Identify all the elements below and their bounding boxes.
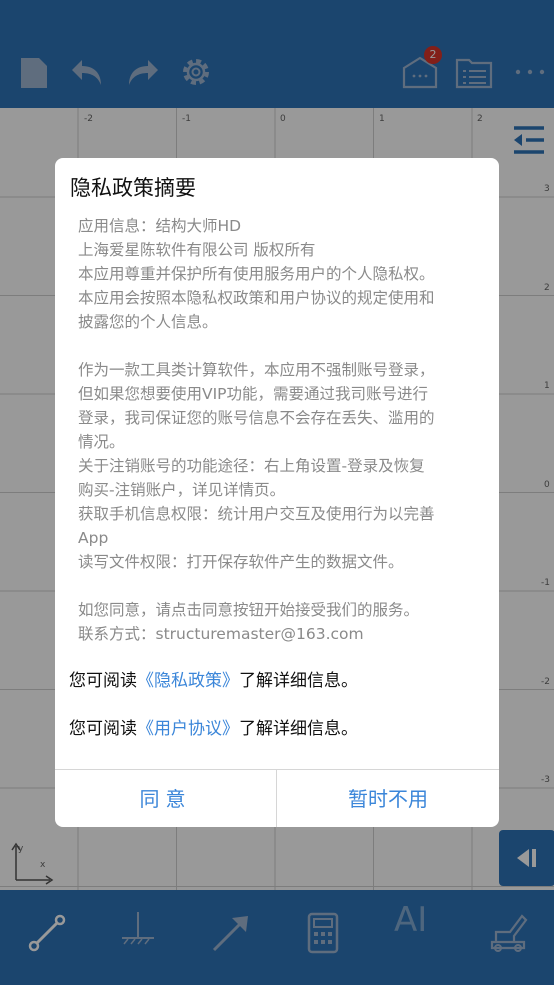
dialog-body-line: 但如果您想要使用VIP功能，需要通过我司账号进行 — [78, 385, 429, 403]
dialog-body-line: 应用信息：结构大师HD — [78, 217, 242, 235]
dialog-body-line: 购买-注销账户，详见详情页。 — [78, 481, 286, 499]
privacy-policy-line: 您可阅读《隐私政策》了解详细信息。 — [69, 666, 358, 691]
dialog-body-spacer — [78, 334, 490, 358]
dialog-body-line: 关于注销账号的功能途径：右上角设置-登录及恢复 — [78, 457, 425, 475]
dialog-body: 应用信息：结构大师HD 上海爱星陈软件有限公司 版权所有本应用尊重并保护所有使用服… — [78, 214, 490, 646]
dialog-body-line: 获取手机信息权限：统计用户交互及使用行为以完善 — [78, 505, 435, 523]
dialog-body-line: 本应用会按照本隐私权政策和用户协议的规定使用和 — [78, 289, 435, 307]
agree-button[interactable]: 同意 — [55, 770, 277, 827]
dialog-body-line: 读写文件权限：打开保存软件产生的数据文件。 — [78, 553, 404, 571]
privacy-dialog: 隐私政策摘要 应用信息：结构大师HD 上海爱星陈软件有限公司 版权所有本应用尊重并… — [55, 158, 499, 827]
privacy-policy-link[interactable]: 《隐私政策》 — [137, 671, 239, 691]
not-now-button[interactable]: 暂时不用 — [277, 770, 499, 827]
dialog-body-line: App — [78, 529, 109, 547]
dialog-body-line: 情况。 — [78, 433, 125, 451]
dialog-body-line: 披露您的个人信息。 — [78, 313, 218, 331]
dialog-body-line: 联系方式：structuremaster@163.com — [78, 625, 364, 643]
privacy-suffix: 了解详细信息。 — [239, 671, 358, 691]
dialog-body-line: 本应用尊重并保护所有使用服务用户的个人隐私权。 — [78, 265, 435, 283]
dialog-body-line: 登录，我司保证您的账号信息不会存在丢失、滥用的 — [78, 409, 435, 427]
terms-suffix: 了解详细信息。 — [239, 719, 358, 739]
privacy-prefix: 您可阅读 — [69, 671, 137, 691]
dialog-body-line: 上海爱星陈软件有限公司 版权所有 — [78, 241, 316, 259]
dialog-button-row: 同意 暂时不用 — [55, 769, 499, 827]
dialog-body-spacer — [78, 574, 490, 598]
terms-prefix: 您可阅读 — [69, 719, 137, 739]
user-agreement-line: 您可阅读《用户协议》了解详细信息。 — [69, 714, 358, 739]
dialog-body-line: 作为一款工具类计算软件，本应用不强制账号登录， — [78, 361, 435, 379]
dialog-body-line: 如您同意，请点击同意按钮开始接受我们的服务。 — [78, 601, 420, 619]
dialog-title: 隐私政策摘要 — [70, 176, 196, 200]
user-agreement-link[interactable]: 《用户协议》 — [137, 719, 239, 739]
